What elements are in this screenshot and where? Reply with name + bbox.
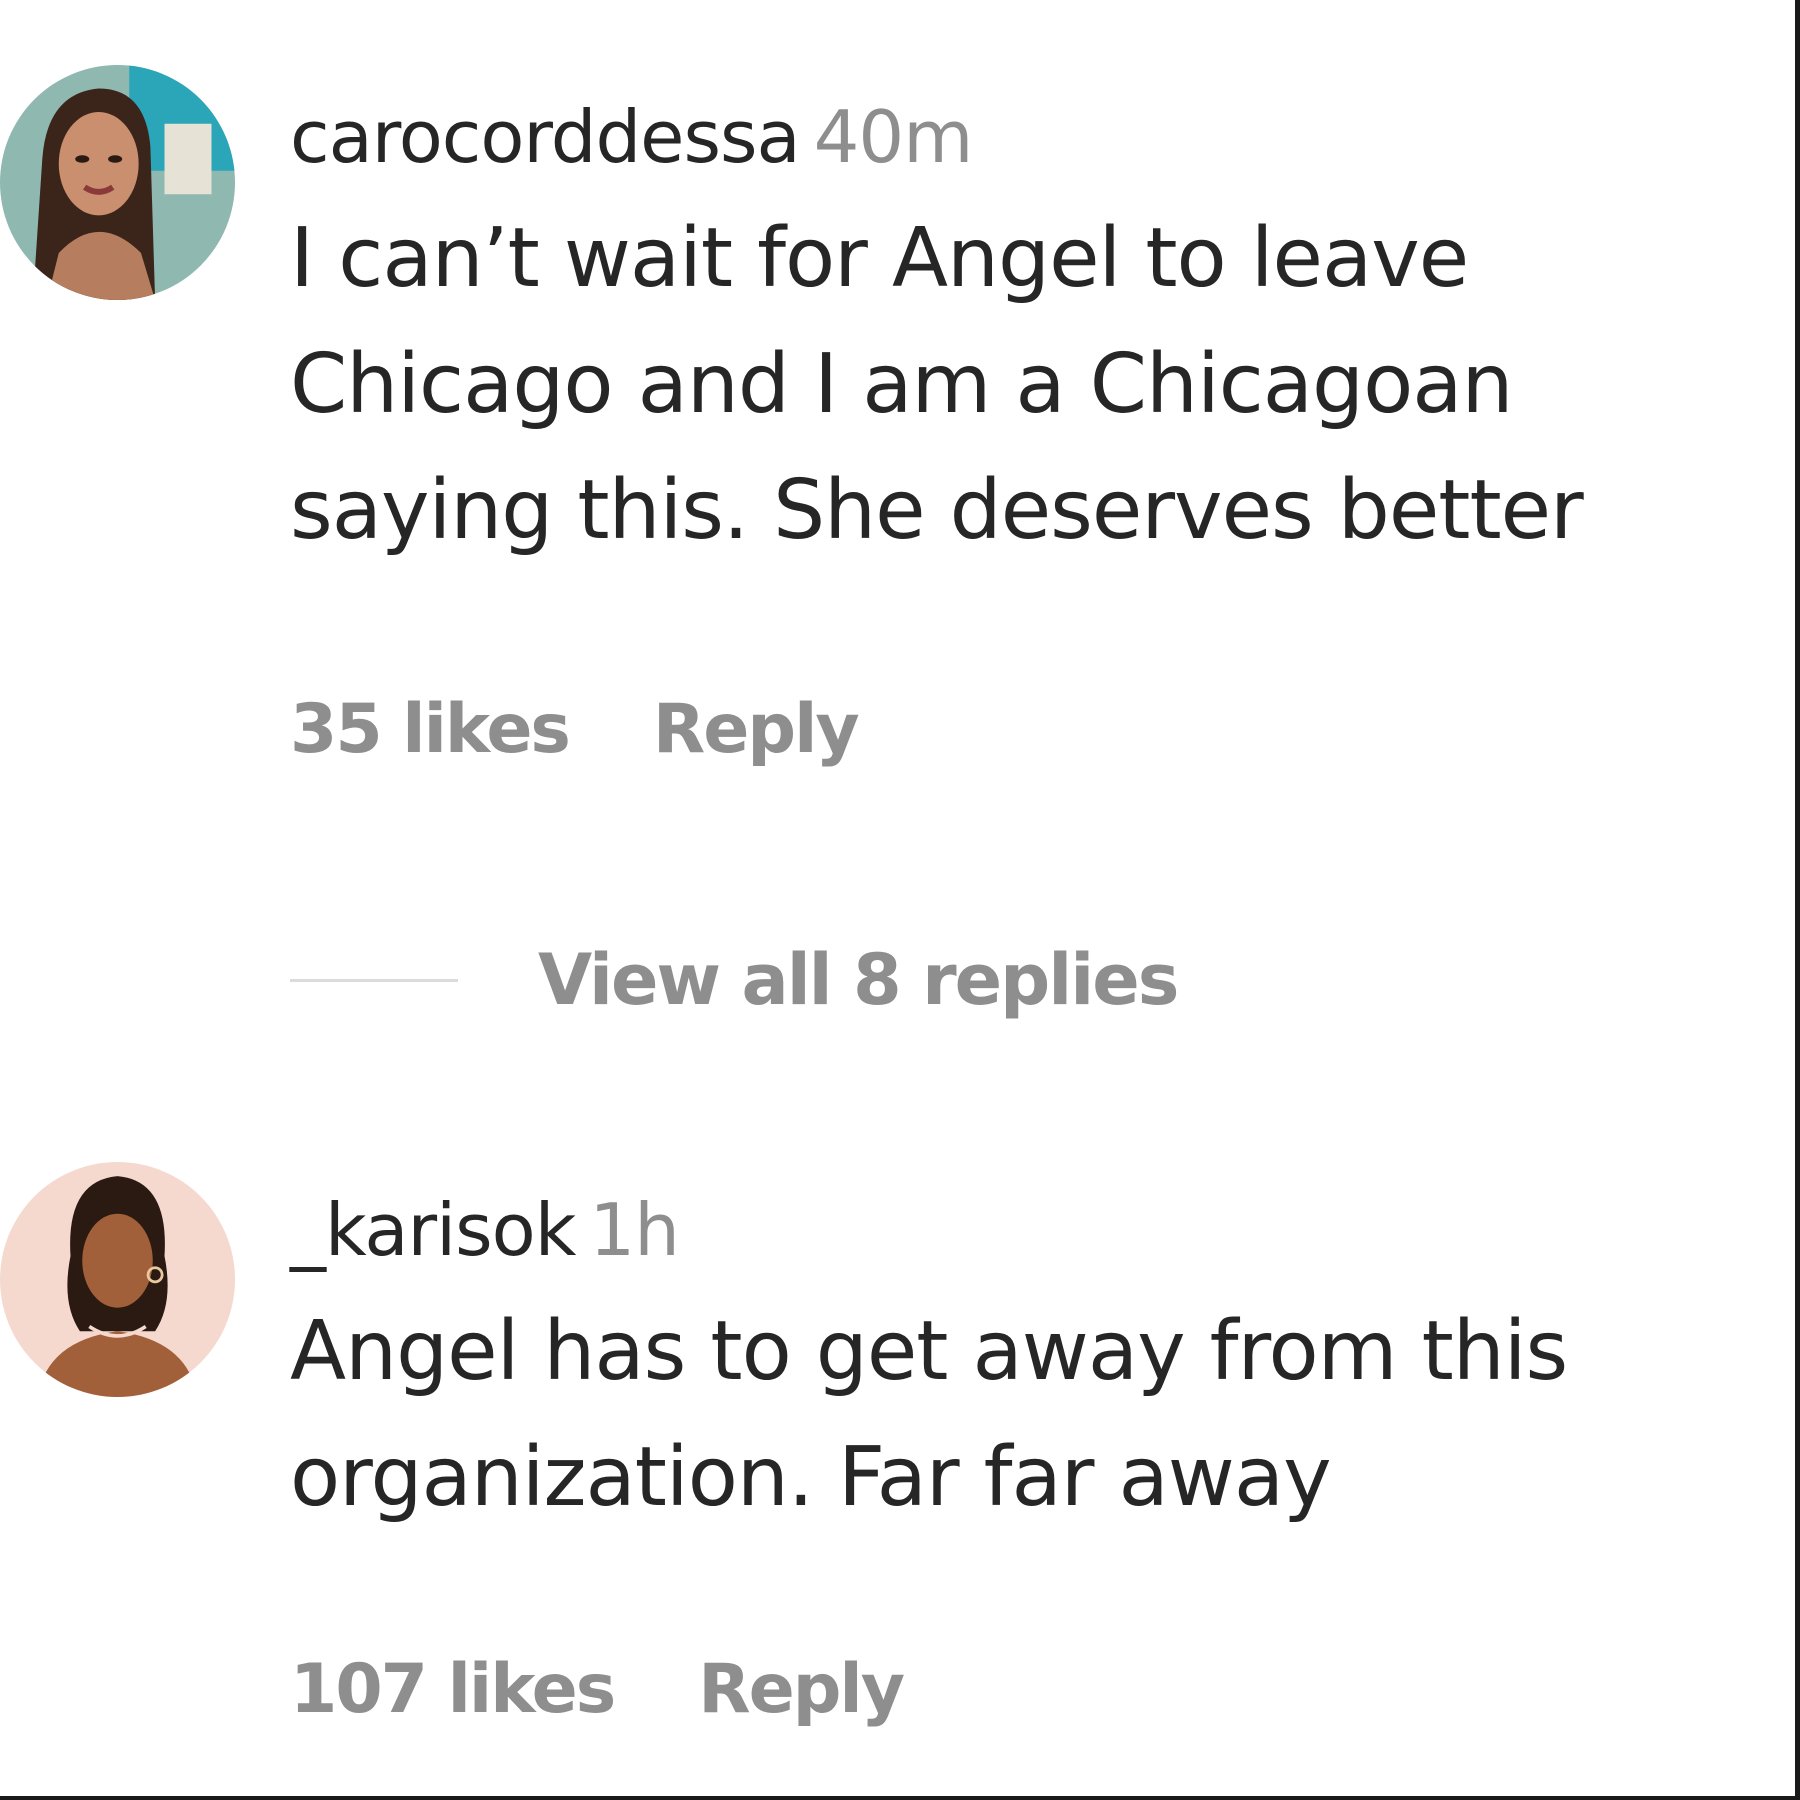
timestamp: 1h bbox=[589, 1188, 679, 1272]
likes-count[interactable]: 35 likes bbox=[290, 690, 571, 769]
comment-actions: 107 likes Reply bbox=[290, 1650, 905, 1729]
comment-text-line: organization. Far far away bbox=[290, 1430, 1332, 1525]
comment-text-line: Chicago and I am a Chicagoan bbox=[290, 337, 1514, 432]
comment-actions: 35 likes Reply bbox=[290, 690, 860, 769]
reply-button[interactable]: Reply bbox=[653, 690, 860, 769]
comment-text: Angel has to get away from this organiza… bbox=[290, 1289, 1760, 1541]
comment-header: carocorddessa 40m bbox=[290, 92, 1760, 182]
view-replies-label: View all 8 replies bbox=[538, 939, 1179, 1021]
illustrated-avatar-icon bbox=[0, 1162, 235, 1397]
comment-header: _karisok 1h bbox=[290, 1185, 1760, 1275]
username[interactable]: carocorddessa bbox=[290, 95, 801, 179]
view-replies-button[interactable]: View all 8 replies bbox=[290, 939, 1179, 1021]
comment-text-line: saying this. She deserves better bbox=[290, 463, 1584, 558]
reply-button[interactable]: Reply bbox=[698, 1650, 905, 1729]
frame-border bbox=[0, 1796, 1800, 1800]
comment-text-line: Angel has to get away from this bbox=[290, 1304, 1568, 1399]
avatar[interactable] bbox=[0, 1162, 235, 1397]
username[interactable]: _karisok bbox=[290, 1188, 576, 1272]
profile-photo-icon bbox=[0, 65, 235, 300]
timestamp: 40m bbox=[813, 95, 974, 179]
divider bbox=[290, 978, 458, 982]
comment-text: I can’t wait for Angel to leave Chicago … bbox=[290, 196, 1760, 574]
avatar[interactable] bbox=[0, 65, 235, 300]
likes-count[interactable]: 107 likes bbox=[290, 1650, 616, 1729]
comment-text-line: I can’t wait for Angel to leave bbox=[290, 211, 1469, 306]
frame-border bbox=[1795, 0, 1800, 1800]
